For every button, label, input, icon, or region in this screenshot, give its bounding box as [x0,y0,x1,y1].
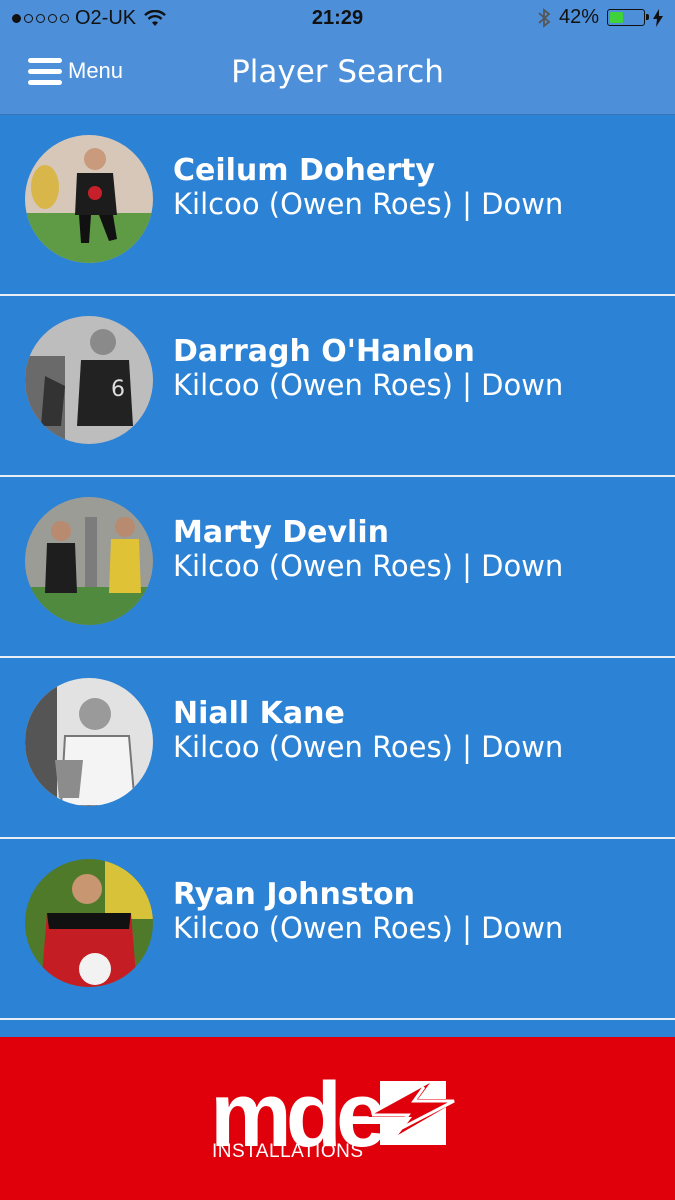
player-row[interactable]: 6 Darragh O'Hanlon Kilcoo (Owen Roes) | … [0,296,675,477]
advert-banner[interactable]: mde INSTALLATIONS [0,1037,675,1200]
player-avatar [25,497,153,625]
player-club: Kilcoo (Owen Roes) | Down [173,368,564,402]
navigation-bar: Menu Player Search [0,38,675,115]
player-club: Kilcoo (Owen Roes) | Down [173,187,564,221]
svg-text:6: 6 [111,377,125,402]
banner-logo-subtext: INSTALLATIONS [212,1141,364,1162]
page-title: Player Search [231,54,444,90]
player-avatar [25,859,153,987]
lightning-logo-icon [368,1081,460,1145]
player-row-partial[interactable] [0,1020,675,1037]
status-bar: O2-UK 21:29 42% [0,0,675,38]
player-name: Niall Kane [173,696,345,731]
player-club: Kilcoo (Owen Roes) | Down [173,549,564,583]
bluetooth-icon [538,7,551,28]
player-avatar: 6 [25,316,153,444]
player-row[interactable]: Marty Devlin Kilcoo (Owen Roes) | Down [0,477,675,658]
status-right: 42% [537,6,663,29]
player-row[interactable]: Niall Kane Kilcoo (Owen Roes) | Down [0,658,675,839]
player-avatar [25,135,153,263]
player-club: Kilcoo (Owen Roes) | Down [173,911,564,945]
player-row[interactable]: Ryan Johnston Kilcoo (Owen Roes) | Down [0,839,675,1020]
battery-icon [607,9,649,26]
battery-percent: 42% [558,6,599,28]
player-name: Marty Devlin [173,515,389,550]
player-avatar [25,678,153,806]
player-list[interactable]: Ceilum Doherty Kilcoo (Owen Roes) | Down… [0,115,675,1037]
player-name: Ceilum Doherty [173,153,435,188]
player-club: Kilcoo (Owen Roes) | Down [173,730,564,764]
charging-bolt-icon [653,8,663,27]
player-row[interactable]: Ceilum Doherty Kilcoo (Owen Roes) | Down [0,115,675,296]
player-name: Ryan Johnston [173,877,416,912]
player-name: Darragh O'Hanlon [173,334,475,369]
